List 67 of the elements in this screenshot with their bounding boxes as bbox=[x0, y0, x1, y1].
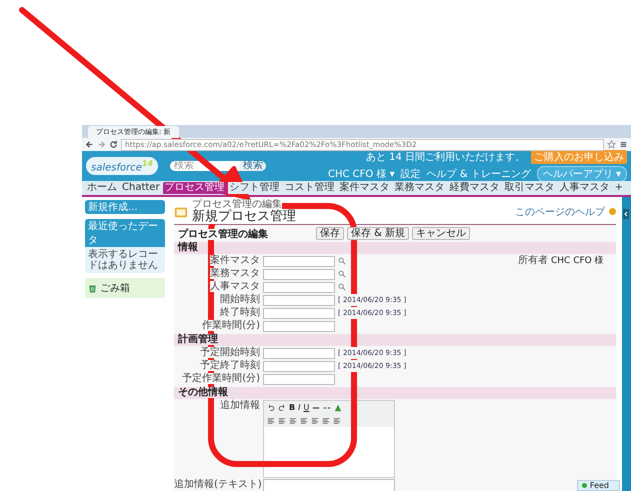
trash-icon bbox=[88, 284, 97, 292]
feed-widget[interactable]: Feed bbox=[576, 480, 620, 491]
nav-tab[interactable]: シフト管理 bbox=[228, 182, 282, 194]
align-icon[interactable] bbox=[278, 416, 286, 424]
nav-tab[interactable]: ホーム bbox=[85, 182, 119, 194]
logo: salesforce$^{14}$ bbox=[86, 156, 158, 176]
field-label: 案件マスタ bbox=[210, 255, 260, 266]
menu-icon[interactable] bbox=[619, 140, 628, 149]
input-field[interactable] bbox=[263, 295, 335, 306]
align-icon[interactable] bbox=[311, 416, 319, 424]
section-header: その他情報 bbox=[178, 387, 228, 398]
field-label: 作業時間(分) bbox=[202, 320, 260, 331]
align-icon[interactable] bbox=[333, 416, 341, 424]
input-field[interactable] bbox=[263, 308, 335, 319]
format-button[interactable]: I bbox=[298, 403, 300, 412]
input-field[interactable] bbox=[263, 269, 335, 280]
field-label: 追加情報(テキスト) bbox=[174, 479, 262, 490]
field-label: 追加情報 bbox=[220, 400, 260, 411]
input-field[interactable] bbox=[263, 282, 335, 293]
star-icon[interactable] bbox=[607, 140, 616, 149]
format-button[interactable]: B bbox=[289, 403, 296, 412]
folder-icon bbox=[174, 204, 188, 218]
search-icon[interactable] bbox=[338, 283, 346, 291]
field-label: 人事マスタ bbox=[210, 281, 260, 292]
help-icon[interactable] bbox=[609, 208, 616, 215]
input-field[interactable] bbox=[263, 348, 335, 359]
form-title: プロセス管理の編集 bbox=[178, 228, 268, 240]
format-button[interactable]: U bbox=[303, 403, 310, 412]
back-icon[interactable] bbox=[85, 140, 94, 149]
input-field[interactable] bbox=[263, 256, 335, 267]
search-icon[interactable] bbox=[338, 270, 346, 278]
align-icon[interactable] bbox=[267, 416, 275, 424]
page-title: 新規プロセス管理 bbox=[192, 209, 296, 224]
field-label: 予定開始時刻 bbox=[200, 347, 260, 358]
form-button[interactable]: 保存 & 新規 bbox=[347, 227, 410, 240]
align-icon[interactable] bbox=[289, 416, 297, 424]
field-label: 業務マスタ bbox=[210, 268, 260, 279]
undo-icon[interactable] bbox=[267, 404, 275, 412]
page-help-link[interactable]: このページのヘルプ bbox=[515, 204, 605, 218]
redo-icon[interactable] bbox=[278, 404, 286, 412]
input-field[interactable] bbox=[263, 374, 335, 385]
field-label: 終了時刻 bbox=[220, 307, 260, 318]
field-label: 予定作業時間(分) bbox=[182, 373, 260, 384]
recent-items-title: 最近使ったデータ bbox=[85, 219, 165, 247]
page-subtitle: プロセス管理の編集 bbox=[192, 199, 282, 210]
empty-message: 表示するレコードはありません bbox=[87, 248, 159, 273]
form-button[interactable]: キャンセル bbox=[412, 227, 470, 240]
reload-icon[interactable] bbox=[109, 140, 118, 149]
trial-notice: あと 14 日間ご利用いただけます。 bbox=[366, 150, 525, 164]
input-field[interactable] bbox=[263, 321, 335, 332]
section-header: 情報 bbox=[178, 242, 198, 253]
align-icon[interactable] bbox=[300, 416, 308, 424]
field-label: 予定終了時刻 bbox=[200, 360, 260, 371]
nav-tab[interactable]: プロセス管理 bbox=[162, 182, 227, 194]
field-label: 所有者 bbox=[518, 255, 548, 266]
section-header: 計画管理 bbox=[178, 334, 218, 345]
rich-text-editor[interactable]: B I U bbox=[263, 400, 395, 478]
search-icon[interactable] bbox=[338, 257, 346, 265]
collapse-icon[interactable] bbox=[623, 209, 629, 219]
search-button[interactable]: 検索 bbox=[240, 161, 266, 171]
field-label: 開始時刻 bbox=[220, 294, 260, 305]
status-icon bbox=[582, 483, 587, 488]
recycle-bin-link[interactable]: ごみ箱 bbox=[85, 278, 165, 298]
form-button[interactable]: 保存 bbox=[316, 227, 344, 240]
forward-icon[interactable] bbox=[97, 140, 106, 149]
field-value: CHC CFO 様 bbox=[551, 255, 604, 267]
align-icon[interactable] bbox=[322, 416, 330, 424]
